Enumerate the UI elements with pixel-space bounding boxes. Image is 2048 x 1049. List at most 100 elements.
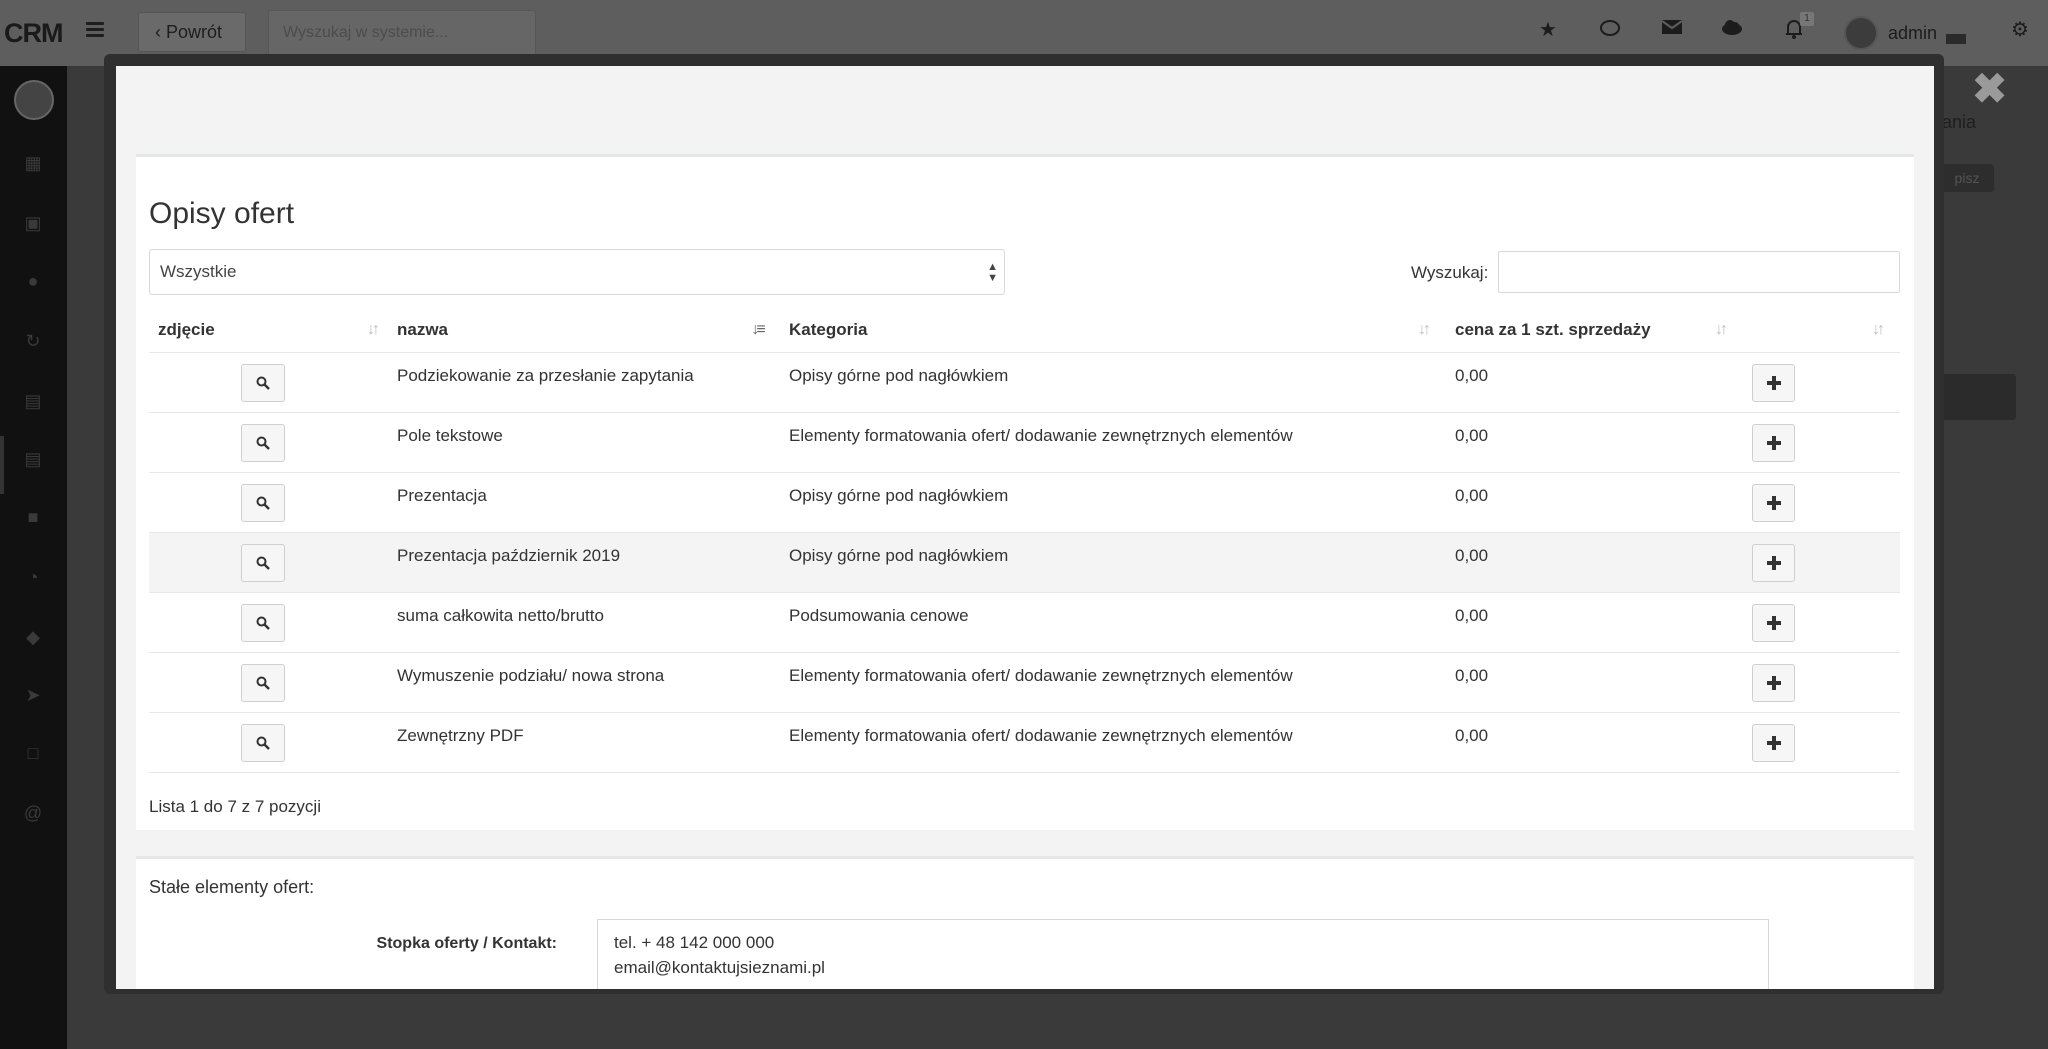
at-icon[interactable]: @ — [22, 802, 44, 824]
offer-descriptions-panel: Opisy ofert Wszystkie ▲ ▼ Wyszukaj: zdjęc… — [136, 154, 1914, 830]
back-button-label: Powrót — [166, 22, 223, 42]
sidebar-active-indicator — [0, 436, 4, 494]
file-text-icon[interactable]: ▤ — [22, 448, 44, 470]
row-category: Elementy formatowania ofert/ dodawanie z… — [789, 726, 1293, 745]
search-label: Wyszukaj: — [1411, 263, 1489, 282]
select-arrows-icon: ▲ ▼ — [987, 261, 998, 284]
column-header-name[interactable]: nazwa — [397, 305, 448, 353]
plus-icon — [1767, 436, 1781, 450]
row-name: Prezentacja — [397, 486, 487, 505]
users-icon[interactable]: ● — [22, 270, 44, 292]
cloud-icon[interactable] — [1720, 18, 1744, 42]
search-icon — [256, 676, 270, 695]
file-icon[interactable]: ▤ — [22, 390, 44, 412]
row-name: Prezentacja październik 2019 — [397, 546, 621, 565]
search-icon — [256, 436, 270, 455]
back-button[interactable]: ‹ Powrót — [138, 12, 246, 52]
bg-button-fragment: pisz — [1940, 164, 1994, 192]
plus-icon — [1767, 376, 1781, 390]
sort-ascending-icon[interactable]: ↓≡ — [747, 319, 767, 341]
search-icon — [256, 736, 270, 755]
table-row: Wymuszenie podziału/ nowa strona Elementy… — [149, 653, 1900, 713]
close-icon[interactable]: ✖ — [1972, 68, 2007, 110]
row-price: 0,00 — [1455, 486, 1489, 505]
section-title: Stałe elementy ofert: — [149, 877, 315, 897]
avatar[interactable] — [1844, 16, 1878, 50]
offers-table: zdjęcie ↓↑ nazwa ↓≡ Kategoria ↓↑ cena za… — [149, 305, 1900, 773]
global-search-input[interactable]: Wyszukaj w systemie... — [268, 10, 536, 56]
preview-button[interactable] — [241, 664, 285, 702]
column-header-category[interactable]: Kategoria — [789, 305, 867, 353]
footer-line: email@kontaktujsieznami.pl — [614, 958, 825, 977]
preview-button[interactable] — [241, 604, 285, 642]
sort-icon[interactable]: ↓↑ — [362, 319, 382, 341]
search-icon — [256, 556, 270, 575]
add-offer-element-button[interactable] — [1752, 484, 1795, 522]
add-offer-element-button[interactable] — [1752, 664, 1795, 702]
star-icon[interactable]: ★ — [1536, 18, 1560, 42]
preview-button[interactable] — [241, 544, 285, 582]
add-offer-element-button[interactable] — [1752, 604, 1795, 642]
table-header: zdjęcie ↓↑ nazwa ↓≡ Kategoria ↓↑ cena za… — [149, 305, 1900, 353]
search-input[interactable] — [1498, 251, 1900, 293]
menu-icon[interactable] — [86, 22, 104, 38]
row-category: Elementy formatowania ofert/ dodawanie z… — [789, 426, 1293, 445]
sort-icon[interactable]: ↓↑ — [1710, 319, 1730, 341]
square-icon[interactable]: □ — [22, 742, 44, 764]
row-price: 0,00 — [1455, 546, 1489, 565]
row-price: 0,00 — [1455, 666, 1489, 685]
add-offer-element-button[interactable] — [1752, 544, 1795, 582]
add-offer-element-button[interactable] — [1752, 724, 1795, 762]
preview-button[interactable] — [241, 364, 285, 402]
pagination-info: Lista 1 do 7 z 7 pozycji — [149, 797, 321, 816]
sort-icon[interactable]: ↓↑ — [1413, 319, 1433, 341]
gears-icon[interactable]: ⚙ — [2008, 18, 2032, 42]
brand-logo[interactable]: CRM — [4, 18, 63, 49]
table-row: suma całkowita netto/brutto Podsumowania … — [149, 593, 1900, 653]
preview-button[interactable] — [241, 724, 285, 762]
fixed-elements-panel: Stałe elementy ofert: Stopka oferty / Ko… — [136, 856, 1914, 989]
chat-icon[interactable] — [1598, 18, 1622, 42]
column-header-price[interactable]: cena za 1 szt. sprzedaży — [1455, 305, 1651, 353]
envelope-icon[interactable] — [1660, 18, 1684, 42]
row-price: 0,00 — [1455, 426, 1489, 445]
plus-icon — [1767, 496, 1781, 510]
puzzle-icon[interactable]: ■ — [22, 506, 44, 528]
footer-contact-label: Stopka oferty / Kontakt: — [376, 935, 557, 952]
row-name: Zewnętrzny PDF — [397, 726, 524, 745]
page-title: Opisy ofert — [149, 197, 295, 230]
flag-icon — [1946, 34, 1966, 44]
row-name: Wymuszenie podziału/ nowa strona — [397, 666, 665, 685]
add-offer-element-button[interactable] — [1752, 424, 1795, 462]
add-offer-element-button[interactable] — [1752, 364, 1795, 402]
send-icon[interactable]: ➤ — [22, 684, 44, 706]
chevron-left-icon: ‹ — [155, 22, 166, 42]
refresh-icon[interactable]: ↻ — [22, 330, 44, 352]
sort-icon[interactable]: ↓↑ — [1867, 319, 1887, 341]
calendar-check-icon[interactable]: ▣ — [22, 212, 44, 234]
plus-icon — [1767, 616, 1781, 630]
table-row: Zewnętrzny PDF Elementy formatowania ofer… — [149, 713, 1900, 773]
footer-line: tel. + 48 142 000 000 — [614, 933, 775, 952]
category-filter-select[interactable]: Wszystkie ▲ ▼ — [149, 249, 1005, 295]
row-category: Opisy górne pod nagłówkiem — [789, 546, 1009, 565]
row-price: 0,00 — [1455, 726, 1489, 745]
search-icon — [256, 616, 270, 635]
calendar-icon[interactable]: ▦ — [22, 152, 44, 174]
sidebar-avatar[interactable] — [14, 80, 54, 120]
plus-icon — [1767, 676, 1781, 690]
preview-button[interactable] — [241, 484, 285, 522]
pie-chart-icon[interactable]: ◔ — [22, 566, 44, 588]
row-category: Podsumowania cenowe — [789, 606, 969, 625]
row-name: suma całkowita netto/brutto — [397, 606, 604, 625]
plus-icon — [1767, 736, 1781, 750]
tag-icon[interactable]: ◆ — [22, 626, 44, 648]
plus-icon — [1767, 556, 1781, 570]
search-icon — [256, 496, 270, 515]
footer-contact-textarea[interactable]: tel. + 48 142 000 000 email@kontaktujsie… — [597, 919, 1769, 989]
table-row: Pole tekstowe Elementy formatowania ofert… — [149, 413, 1900, 473]
row-name: Pole tekstowe — [397, 426, 503, 445]
preview-button[interactable] — [241, 424, 285, 462]
column-header-photo[interactable]: zdjęcie — [158, 305, 215, 353]
user-name[interactable]: admin — [1888, 23, 1937, 44]
